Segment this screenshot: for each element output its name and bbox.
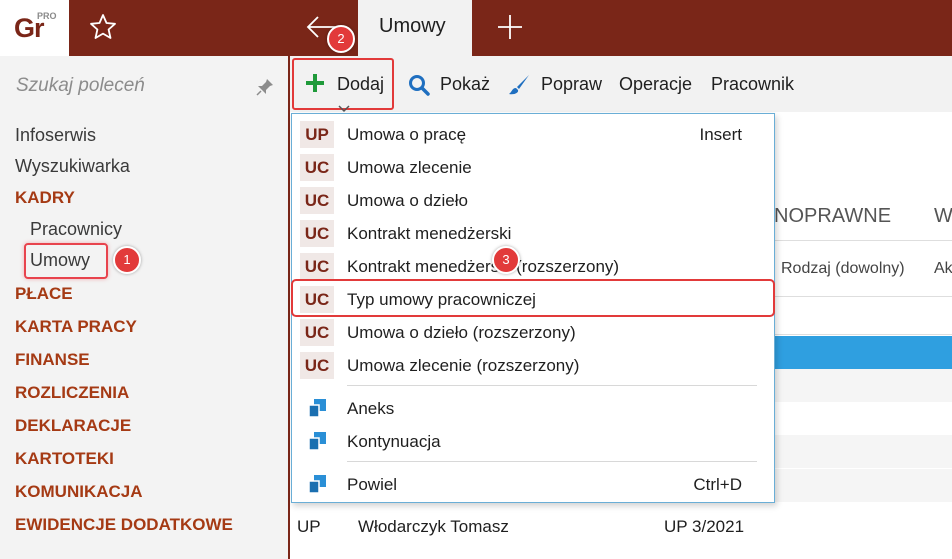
step-badge-1: 1 [113,246,141,274]
menu-item-shortcut: Insert [699,125,742,144]
logo-superscript: PRO [37,11,57,21]
grid-divider [775,296,952,297]
sidebar-category-karta-pracy[interactable]: KARTA PRACY [15,317,137,337]
menu-item-umowa-o-prace[interactable]: UP Umowa o pracę Insert [292,118,774,151]
menu-item-label: Umowa o dzieło [347,191,468,210]
grid-divider [775,240,952,241]
menu-item-highlight-box [291,279,775,317]
menu-item-powiel[interactable]: Powiel Ctrl+D [292,468,774,501]
menu-separator [347,385,757,386]
grid-divider [775,334,952,335]
menu-item-label: Kontrakt menedżerski [347,224,512,243]
document-stack-icon [307,398,327,418]
sidebar-category-ewidencje[interactable]: EWIDENCJE DODATKOWE [15,515,233,535]
sidebar-category-rozliczenia[interactable]: ROZLICZENIA [15,383,129,403]
sidebar-category-kadry[interactable]: KADRY [15,188,75,208]
menu-item-label: Aneks [347,399,395,418]
employee-button[interactable]: Pracownik [711,74,794,95]
menu-item-code: UP [300,121,334,148]
menu-item-label: Powiel [347,475,398,494]
step-badge-2: 2 [327,25,355,53]
top-bar [0,0,952,56]
table-cell-number[interactable]: UP 3/2021 [664,517,744,537]
menu-item-kontrakt-menedzerski[interactable]: UC Kontrakt menedżerski [292,217,774,250]
sidebar-category-deklaracje[interactable]: DEKLARACJE [15,416,131,436]
menu-item-aneks[interactable]: Aneks [292,392,774,425]
menu-item-code: UC [300,154,334,181]
table-cell-code[interactable]: UP [297,517,321,537]
menu-item-code: UC [300,319,334,346]
search-icon [408,74,430,96]
sidebar-divider [288,56,290,559]
menu-item-label: Kontynuacja [347,432,441,451]
menu-item-umowa-zlecenie-rozszerzony[interactable]: UC Umowa zlecenie (rozszerzony) [292,349,774,382]
sidebar-item-umowy[interactable]: Umowy [30,250,90,271]
menu-item-label: Kontrakt menedżerski (rozszerzony) [347,257,620,276]
app-logo[interactable]: Gr PRO [0,0,69,56]
edit-button[interactable]: Popraw [541,74,602,95]
table-cell-name[interactable]: Włodarczyk Tomasz [358,517,509,537]
menu-item-code: UC [300,253,334,280]
chevron-down-icon [338,100,350,113]
plus-icon [305,73,325,93]
table-row[interactable] [775,469,952,502]
menu-item-label: Umowa o dzieło (rozszerzony) [347,323,576,342]
menu-separator [347,461,757,462]
menu-item-label: Umowa o pracę [347,125,467,144]
menu-item-umowa-zlecenie[interactable]: UC Umowa zlecenie [292,151,774,184]
favorite-star-icon[interactable] [88,12,118,42]
menu-item-label: Umowa zlecenie (rozszerzony) [347,356,580,375]
brush-icon [507,73,531,97]
sidebar-category-place[interactable]: PŁACE [15,284,73,304]
table-row[interactable] [775,369,952,402]
add-button-label: Dodaj [337,74,385,94]
table-row[interactable] [775,435,952,468]
menu-item-code: UC [300,187,334,214]
menu-item-kontynuacja[interactable]: Kontynuacja [292,425,774,458]
menu-item-shortcut: Ctrl+D [693,475,742,494]
grid-group-header-2: W [934,205,952,227]
grid-group-header: NOPRAWNE [774,205,892,227]
menu-item-umowa-o-dzielo[interactable]: UC Umowa o dzieło [292,184,774,217]
sidebar-category-komunikacja[interactable]: KOMUNIKACJA [15,482,143,502]
tab-umowy-label: Umowy [379,15,446,37]
sidebar-category-kartoteki[interactable]: KARTOTEKI [15,449,114,469]
operations-button[interactable]: Operacje [619,74,692,95]
sidebar-item-wyszukiwarka[interactable]: Wyszukiwarka [15,156,130,177]
sidebar-item-pracownicy[interactable]: Pracownicy [30,219,122,240]
table-row-selected[interactable] [775,336,952,369]
command-search-input[interactable]: Szukaj poleceń [16,75,145,97]
grid-column-header-active[interactable]: Ak [934,260,952,278]
menu-item-code: UC [300,220,334,247]
menu-item-code: UC [300,352,334,379]
grid-column-header-type[interactable]: Rodzaj (dowolny) [781,260,905,278]
show-button[interactable]: Pokaż [440,74,490,95]
step-badge-3: 3 [492,246,520,274]
sidebar-item-infoserwis[interactable]: Infoserwis [15,125,96,146]
pin-icon[interactable] [256,78,274,96]
document-stack-icon [307,474,327,494]
sidebar-category-finanse[interactable]: FINANSE [15,350,90,370]
menu-item-umowa-o-dzielo-rozszerzony[interactable]: UC Umowa o dzieło (rozszerzony) [292,316,774,349]
document-stack-icon [307,431,327,451]
new-tab-plus-icon[interactable] [496,13,524,41]
menu-item-label: Umowa zlecenie [347,158,472,177]
